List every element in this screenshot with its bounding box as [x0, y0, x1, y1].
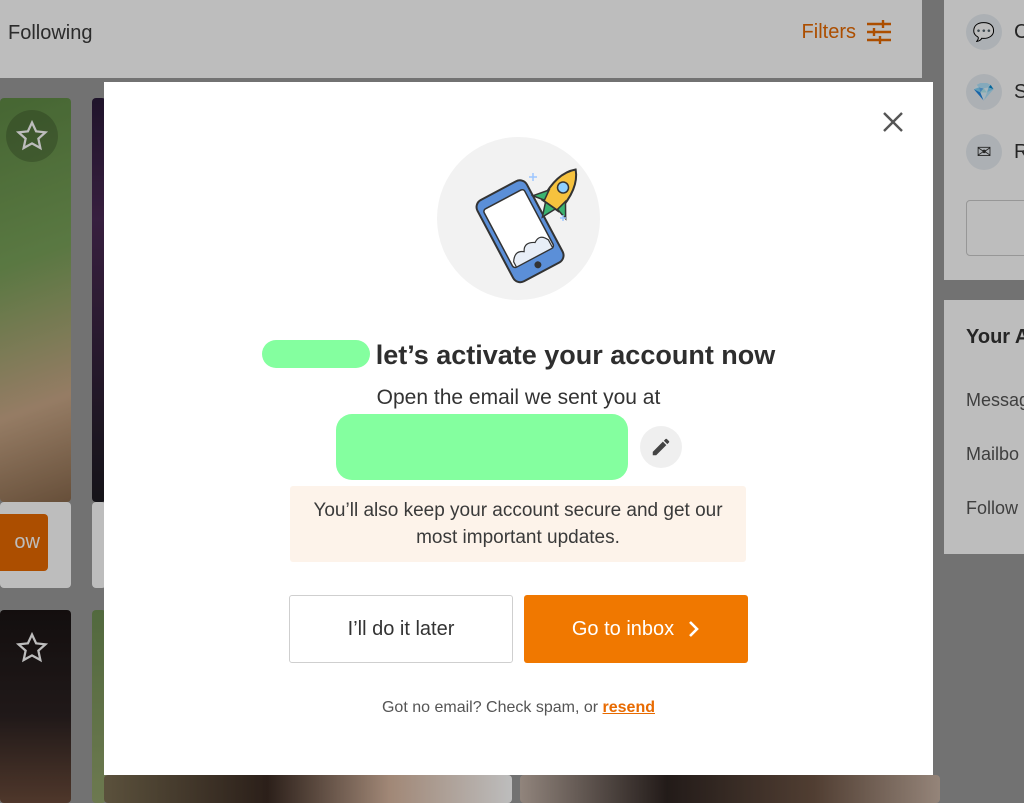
close-icon[interactable] — [875, 104, 911, 140]
chevron-right-icon — [689, 621, 699, 637]
activate-account-modal: let’s activate your account now Open the… — [104, 82, 933, 775]
modal-headline: let’s activate your account now — [104, 339, 933, 371]
edit-email-button[interactable] — [640, 426, 682, 468]
do-it-later-button[interactable]: I’ll do it later — [289, 595, 513, 663]
headline-text: let’s activate your account now — [375, 340, 776, 370]
resend-link[interactable]: resend — [603, 699, 655, 716]
redacted-email — [336, 414, 628, 480]
resend-footnote: Got no email? Check spam, or resend — [104, 699, 933, 717]
redacted-username — [261, 339, 370, 368]
phone-rocket-illustration — [437, 137, 600, 300]
email-row — [336, 414, 682, 480]
pencil-icon — [652, 438, 670, 456]
security-notice: You’ll also keep your account secure and… — [290, 486, 746, 562]
go-to-inbox-button[interactable]: Go to inbox — [524, 595, 748, 663]
footnote-text: Got no email? Check spam, or — [381, 699, 599, 716]
email-sent-text: Open the email we sent you at — [376, 386, 661, 409]
go-to-inbox-label: Go to inbox — [571, 617, 675, 640]
do-it-later-label: I’ll do it later — [347, 617, 455, 640]
